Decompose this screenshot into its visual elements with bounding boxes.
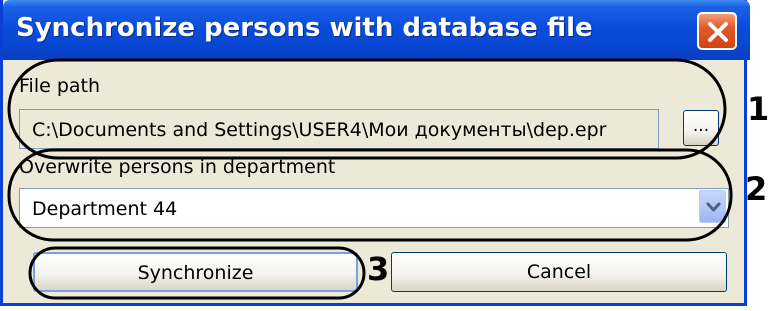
department-select[interactable]: Department 44 (19, 188, 729, 228)
chevron-down-icon (706, 202, 721, 212)
file-path-field[interactable]: C:\Documents and Settings\USER4\Мои доку… (19, 109, 659, 149)
annotation-marker-2: 2 (745, 170, 768, 208)
close-button[interactable] (697, 12, 737, 50)
department-selected-value: Department 44 (32, 198, 178, 220)
title-bar[interactable]: Synchronize persons with database file (3, 0, 750, 60)
window-title: Synchronize persons with database file (16, 13, 593, 43)
dropdown-arrow-button[interactable] (699, 190, 726, 223)
annotation-marker-1: 1 (747, 90, 768, 128)
annotation-marker-3: 3 (367, 250, 390, 288)
cancel-button[interactable]: Cancel (391, 252, 727, 292)
file-path-label: File path (19, 75, 101, 97)
department-label: Overwrite persons in department (19, 156, 336, 178)
close-icon (708, 22, 728, 42)
browse-button[interactable]: ... (683, 110, 719, 146)
file-path-value: C:\Documents and Settings\USER4\Мои доку… (32, 119, 607, 141)
synchronize-button[interactable]: Synchronize (33, 252, 358, 292)
